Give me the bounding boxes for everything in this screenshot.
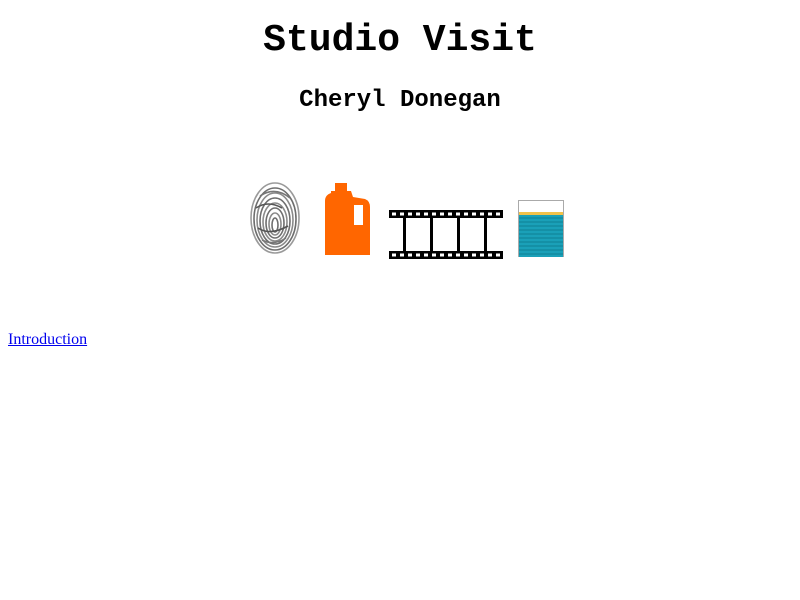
icon-navigation-row <box>0 178 800 262</box>
page: Studio Visit Cheryl Donegan Introduction <box>0 0 800 600</box>
detergent-jug-icon[interactable] <box>323 183 373 257</box>
introduction-link[interactable]: Introduction <box>8 330 87 350</box>
fingerprint-icon[interactable] <box>248 178 302 256</box>
water-glass-icon[interactable] <box>517 200 565 258</box>
film-strip-icon[interactable] <box>389 210 503 260</box>
artist-name: Cheryl Donegan <box>299 87 501 114</box>
page-title: Studio Visit <box>263 19 537 62</box>
